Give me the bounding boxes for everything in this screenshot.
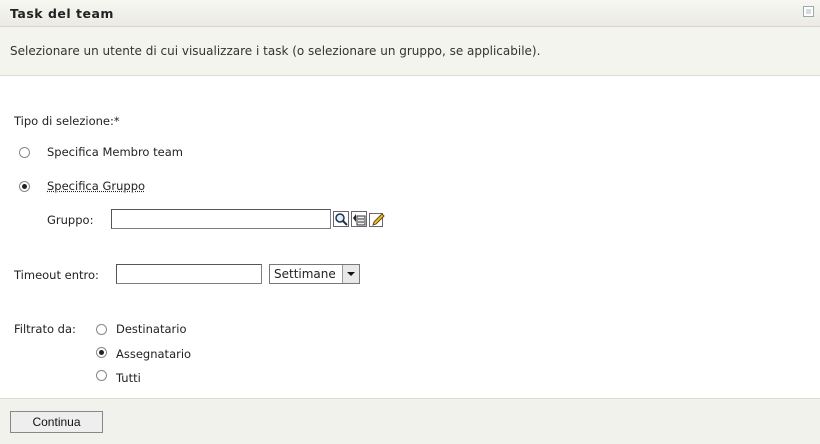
timeout-label: Timeout entro: (14, 268, 99, 282)
radio-assegnatario[interactable] (96, 347, 107, 358)
portlet-titlebar: Task del team (0, 0, 820, 27)
selection-type-label: Tipo di selezione:* (14, 114, 120, 128)
radio-tutti-label: Tutti (116, 371, 141, 385)
filter-label: Filtrato da: (14, 322, 76, 336)
chevron-down-icon[interactable] (342, 265, 359, 283)
radio-specifica-gruppo-label: Specifica Gruppo (47, 179, 146, 193)
portlet-title: Task del team (10, 6, 114, 21)
history-icon[interactable] (351, 211, 367, 227)
intro-text: Selezionare un utente di cui visualizzar… (10, 44, 541, 58)
edit-icon[interactable] (369, 211, 385, 227)
radio-specifica-membro-team-label: Specifica Membro team (47, 145, 183, 159)
radio-destinatario-label: Destinatario (116, 322, 187, 336)
radio-tutti[interactable] (96, 370, 107, 381)
radio-specifica-membro-team[interactable] (19, 147, 30, 158)
intro-panel: Selezionare un utente di cui visualizzar… (0, 27, 820, 76)
grid-icon[interactable] (803, 6, 814, 17)
radio-destinatario[interactable] (96, 324, 107, 335)
timeout-unit-value: Settimane (274, 267, 336, 281)
search-icon[interactable] (333, 211, 349, 227)
radio-specifica-gruppo[interactable] (19, 181, 30, 192)
timeout-input[interactable] (116, 264, 262, 284)
gruppo-input[interactable] (111, 209, 331, 229)
gruppo-label: Gruppo: (47, 213, 94, 227)
footer-bar: Continua (0, 398, 820, 444)
continue-button[interactable]: Continua (10, 411, 103, 433)
radio-assegnatario-label: Assegnatario (116, 347, 192, 361)
timeout-unit-select[interactable]: Settimane (269, 264, 360, 284)
